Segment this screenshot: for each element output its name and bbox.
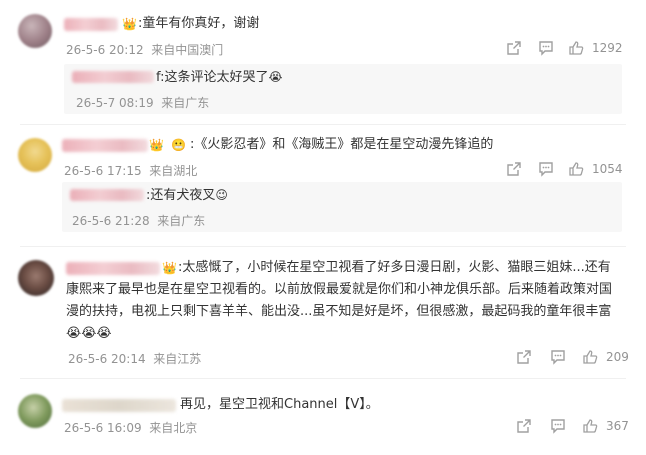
- crown-icon: 👑: [122, 17, 137, 31]
- comment-item: 👑 :童年有你真好，谢谢 26-5-6 20:12 来自中国澳门 1292 f:…: [0, 0, 646, 118]
- comment-date: 26-5-6 20:12: [66, 43, 144, 57]
- like-button[interactable]: 1292: [568, 40, 623, 56]
- avatar[interactable]: [18, 394, 52, 428]
- share-icon[interactable]: [516, 418, 532, 434]
- wink-emoji: 😉: [215, 188, 228, 202]
- divider: [20, 246, 626, 247]
- divider: [20, 378, 626, 379]
- reply-box: :还有犬夜叉😉 26-5-6 21:28 来自广东: [62, 182, 622, 232]
- avatar[interactable]: [18, 138, 52, 172]
- comment-date: 26-5-6 20:14: [68, 352, 146, 366]
- comment-date: 26-5-6 17:15: [64, 164, 142, 178]
- share-icon[interactable]: [516, 349, 532, 365]
- reply-meta: 26-5-7 08:19 来自广东: [76, 94, 209, 111]
- comment-meta: 26-5-6 17:15 来自湖北: [64, 162, 197, 179]
- like-icon: [569, 162, 584, 176]
- like-icon: [583, 419, 598, 433]
- like-count: 1292: [592, 41, 623, 55]
- comment-icon[interactable]: [538, 40, 554, 56]
- comment-meta: 26-5-6 20:14 来自江苏: [68, 350, 201, 367]
- avatar[interactable]: [18, 14, 52, 48]
- crying-emoji: 😭: [268, 70, 283, 84]
- comment-icon[interactable]: [550, 418, 566, 434]
- like-button[interactable]: 1054: [568, 161, 623, 177]
- comment-icon[interactable]: [550, 349, 566, 365]
- comment-item: 👑 😬 :《火影忍者》和《海贼王》都是在星空动漫先锋追的 26-5-6 17:1…: [0, 128, 646, 240]
- reply-box: f:这条评论太好哭了😭 26-5-7 08:19 来自广东: [64, 64, 622, 114]
- comment-item: 再见，星空卫视和Channel【V】。 26-5-6 16:09 来自北京 36…: [0, 382, 646, 452]
- comment-location: 来自江苏: [153, 352, 202, 366]
- like-button[interactable]: 209: [582, 349, 629, 365]
- reply-date: 26-5-7 08:19: [76, 96, 154, 110]
- comment-actions: 1054: [500, 161, 640, 181]
- comment-text-line3: 漫的扶持，电视上只剩下喜羊羊、能出没...虽不知是好是坏，但很感激，最起码我的童…: [66, 304, 612, 319]
- share-icon[interactable]: [506, 161, 522, 177]
- comment-text: :童年有你真好，谢谢: [138, 16, 260, 31]
- reply-date: 26-5-6 21:28: [72, 214, 150, 228]
- comment-location: 来自中国澳门: [151, 43, 224, 57]
- comment-text: :《火影忍者》和《海贼王》都是在星空动漫先锋追的: [190, 137, 494, 152]
- username[interactable]: [62, 139, 148, 152]
- comment-location: 来自湖北: [149, 164, 198, 178]
- comment-text-line2: 康熙来了最早也是在星空卫视看的。以前放假最爱就是你们和小神龙俱乐部。后来随着政策…: [66, 282, 613, 297]
- share-icon[interactable]: [506, 40, 522, 56]
- comment-text-line1: :太感慨了，小时候在星空卫视看了好多日漫日剧，火影、猫眼三姐妹...还有: [178, 260, 611, 275]
- comment-date: 26-5-6 16:09: [64, 421, 142, 435]
- like-icon: [583, 350, 598, 364]
- crown-icon: 👑: [162, 261, 177, 275]
- reply-location: 来自广东: [157, 214, 206, 228]
- crown-icon: 👑: [149, 138, 164, 152]
- username[interactable]: [62, 399, 176, 412]
- comment-text: 再见，星空卫视和Channel【V】。: [180, 397, 379, 412]
- like-count: 367: [606, 419, 629, 433]
- reply-text: f:这条评论太好哭了😭: [156, 66, 283, 89]
- comment-location: 来自北京: [149, 421, 198, 435]
- reply-location: 来自广东: [161, 96, 210, 110]
- comment-emojis: 😭😭😭: [66, 326, 112, 341]
- comment-meta: 26-5-6 16:09 来自北京: [64, 419, 197, 436]
- reply-username[interactable]: [72, 71, 154, 83]
- comment-icon[interactable]: [538, 161, 554, 177]
- comment-actions: 209: [510, 349, 640, 369]
- comment-actions: 367: [510, 418, 640, 438]
- like-count: 209: [606, 350, 629, 364]
- reply-username[interactable]: [70, 189, 144, 201]
- username[interactable]: [66, 262, 160, 275]
- like-button[interactable]: 367: [582, 418, 629, 434]
- comment-meta: 26-5-6 20:12 来自中国澳门: [66, 41, 223, 58]
- divider: [20, 124, 626, 125]
- like-icon: [569, 41, 584, 55]
- reply-meta: 26-5-6 21:28 来自广东: [72, 212, 205, 229]
- reply-text: :还有犬夜叉😉: [146, 184, 228, 207]
- comment-actions: 1292: [500, 40, 640, 60]
- username[interactable]: [64, 18, 118, 31]
- comment-item: 👑 :太感慨了，小时候在星空卫视看了好多日漫日剧，火影、猫眼三姐妹...还有 康…: [0, 250, 646, 370]
- avatar[interactable]: [18, 260, 54, 296]
- like-count: 1054: [592, 162, 623, 176]
